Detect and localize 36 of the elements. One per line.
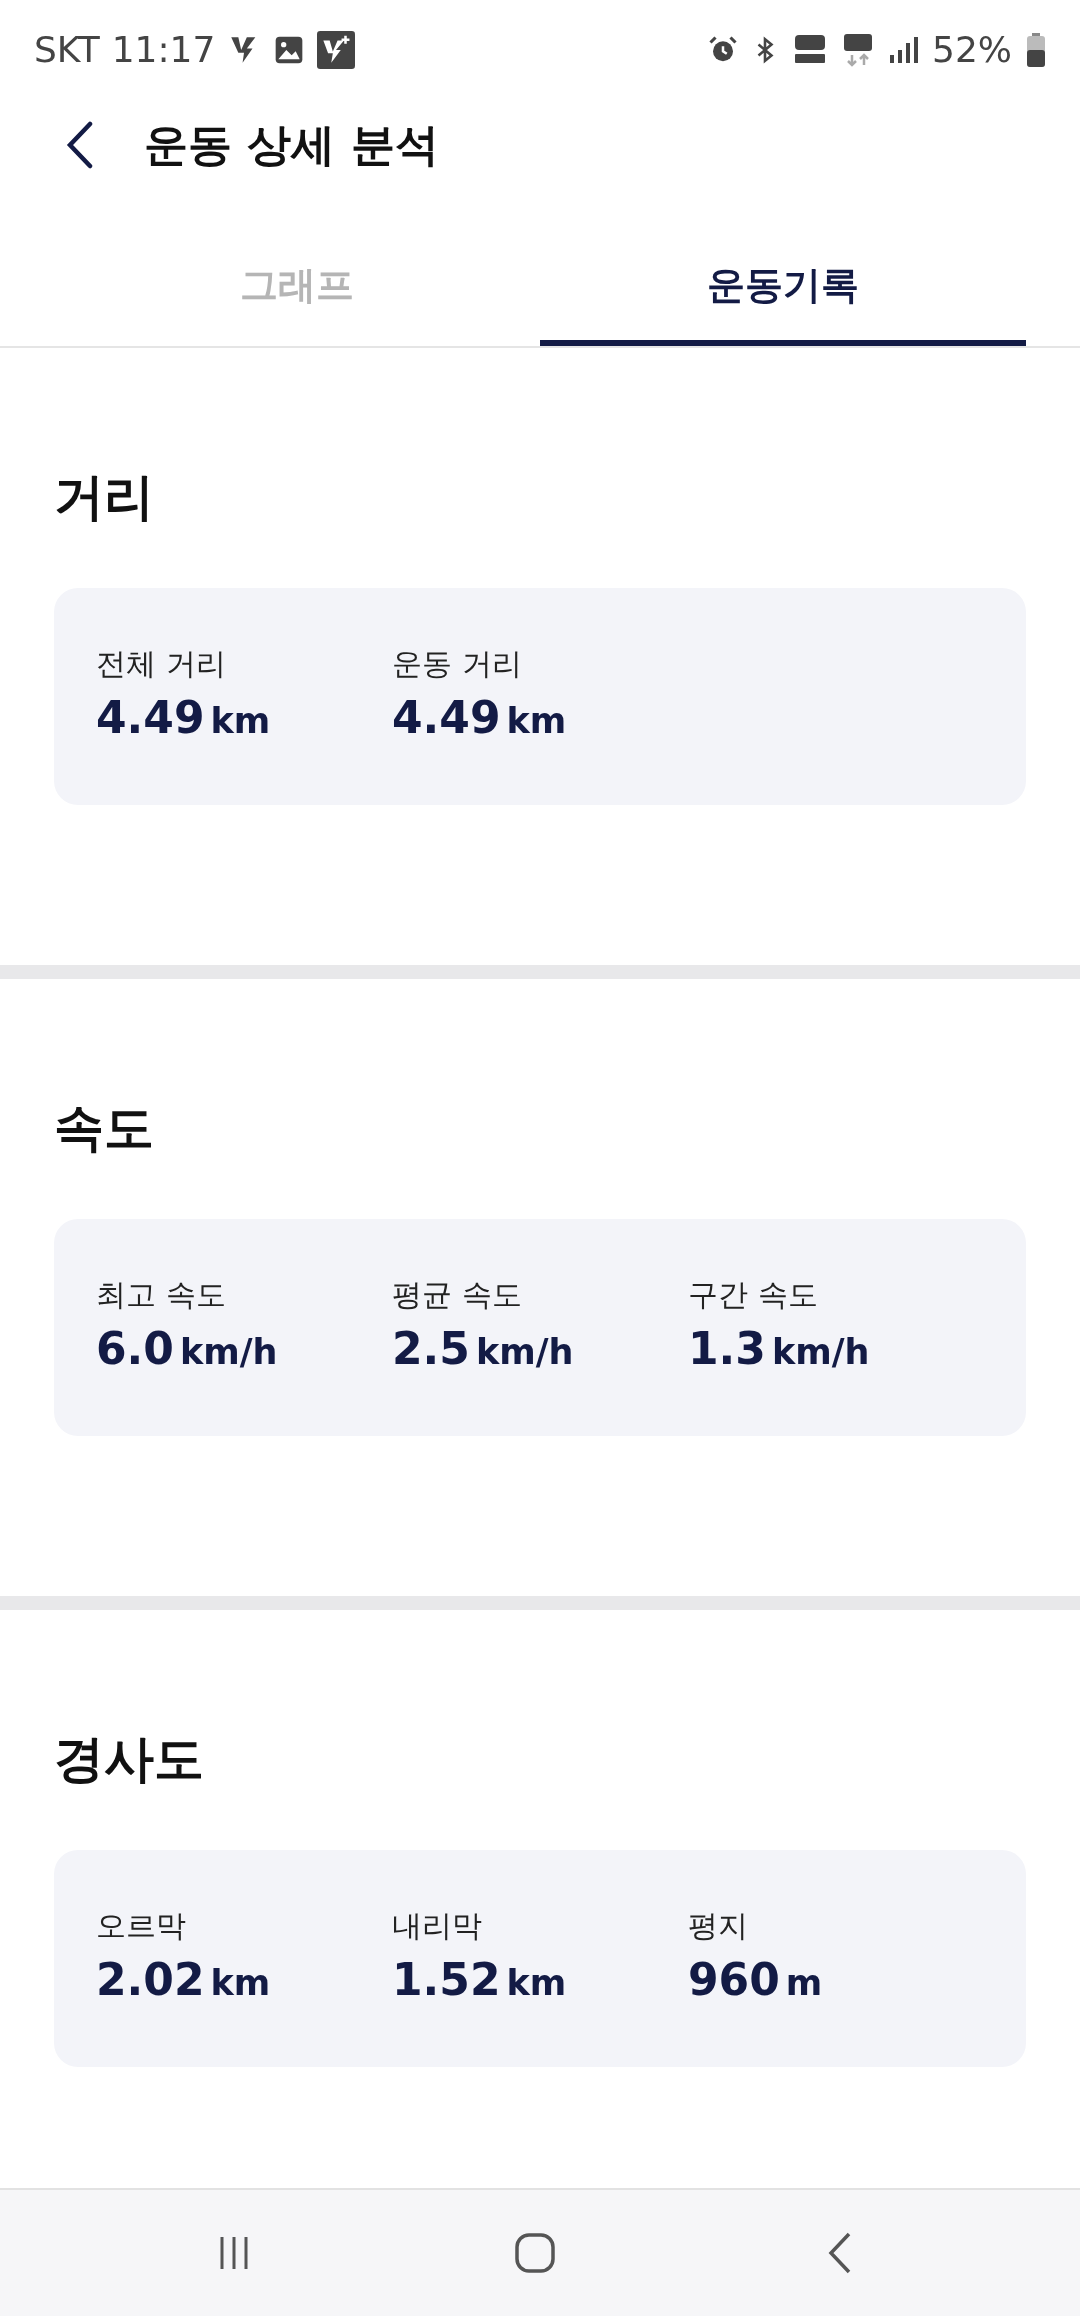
stat-value: 1.3: [688, 1323, 766, 1375]
stat-value: 6.0: [96, 1323, 174, 1375]
stat-label: 최고 속도: [96, 1276, 227, 1314]
stat-label: 평균 속도: [392, 1276, 523, 1314]
stat-value: 4.49: [96, 692, 205, 744]
battery-percent: 52%: [932, 28, 1012, 72]
stat-value: 2.5: [392, 1323, 470, 1375]
section-heading: 경사도: [54, 1729, 205, 1790]
home-button[interactable]: [514, 2232, 556, 2274]
lightning-plus-icon: [317, 31, 356, 69]
stat-unit: km/h: [475, 1331, 574, 1374]
stat-label: 내리막: [392, 1907, 483, 1945]
stat-label: 구간 속도: [688, 1276, 819, 1314]
tab[interactable]: 운동기록: [540, 230, 1026, 346]
stat-label: 운동 거리: [392, 645, 523, 683]
stat-value: 1.52: [392, 1954, 501, 2006]
stat-value: 960: [688, 1954, 780, 2006]
signal-icon: [888, 35, 918, 65]
stat-unit: km: [210, 700, 271, 743]
stat-value: 2.02: [96, 1954, 205, 2006]
stat-label: 전체 거리: [96, 645, 227, 683]
stat-unit: km: [210, 1962, 271, 2005]
clock: 11:17: [111, 28, 216, 72]
stat-unit: km/h: [179, 1331, 278, 1374]
battery-icon: [1026, 33, 1046, 67]
stat-unit: km: [506, 700, 567, 743]
stat-label: 평지: [688, 1907, 749, 1945]
stat-unit: km/h: [771, 1331, 870, 1374]
page-title: 운동 상세 분석: [144, 118, 439, 172]
section-heading: 거리: [54, 467, 155, 528]
stat-value: 4.49: [392, 692, 501, 744]
section-heading: 속도: [54, 1098, 155, 1159]
stat-unit: km: [506, 1962, 567, 2005]
stat-unit: m: [785, 1962, 823, 2005]
stat-label: 오르막: [96, 1907, 187, 1945]
carrier: SKT: [34, 28, 100, 72]
